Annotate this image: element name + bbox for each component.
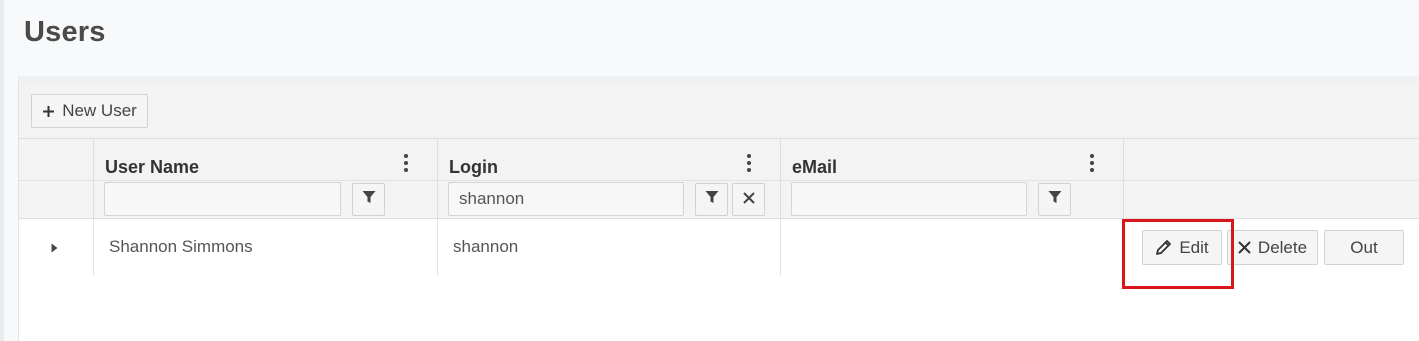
table-row[interactable]: Shannon Simmons shannon Edit Delete Out bbox=[19, 219, 1419, 275]
cell-separator bbox=[780, 219, 781, 275]
email-filter-input[interactable] bbox=[791, 182, 1027, 216]
login-filter-button[interactable] bbox=[695, 183, 728, 216]
grid-toolbar: New User bbox=[19, 82, 1419, 139]
out-label: Out bbox=[1350, 237, 1378, 257]
edit-label: Edit bbox=[1179, 237, 1209, 257]
user-name-cell: Shannon Simmons bbox=[109, 237, 253, 256]
delete-label: Delete bbox=[1257, 237, 1308, 257]
filter-icon bbox=[705, 190, 719, 209]
out-button[interactable]: Out bbox=[1324, 230, 1404, 265]
login-cell: shannon bbox=[453, 237, 519, 256]
users-grid-panel: New User User Name Login shannon eMail S… bbox=[18, 76, 1419, 341]
close-icon bbox=[1238, 241, 1251, 254]
column-menu-icon[interactable] bbox=[1085, 152, 1099, 174]
cell-separator bbox=[93, 219, 94, 275]
left-edge bbox=[0, 0, 4, 341]
new-user-label: New User bbox=[62, 101, 137, 120]
user-name-filter-input[interactable] bbox=[104, 182, 341, 216]
column-header-login[interactable]: Login bbox=[449, 157, 498, 178]
page-title: Users bbox=[24, 16, 106, 48]
delete-button[interactable]: Delete bbox=[1227, 230, 1318, 265]
login-filter-input[interactable] bbox=[448, 182, 684, 216]
column-separator bbox=[780, 139, 781, 219]
user-name-filter-button[interactable] bbox=[352, 183, 385, 216]
plus-icon bbox=[42, 105, 55, 118]
column-header-email[interactable]: eMail bbox=[792, 157, 837, 178]
filter-icon bbox=[1048, 190, 1062, 209]
expand-row-icon[interactable] bbox=[49, 243, 59, 253]
column-menu-icon[interactable] bbox=[742, 152, 756, 174]
close-icon bbox=[742, 191, 755, 209]
column-separator bbox=[437, 139, 438, 219]
new-user-button[interactable]: New User bbox=[31, 94, 148, 128]
filter-icon bbox=[362, 190, 376, 209]
column-separator bbox=[93, 139, 94, 219]
email-filter-button[interactable] bbox=[1038, 183, 1071, 216]
login-filter-clear-button[interactable] bbox=[732, 183, 765, 216]
column-separator bbox=[1123, 139, 1124, 219]
edit-button[interactable]: Edit bbox=[1142, 230, 1222, 265]
grid-header: User Name Login eMail bbox=[19, 139, 1419, 219]
filter-row-separator bbox=[19, 180, 1419, 181]
pencil-icon bbox=[1155, 239, 1172, 256]
cell-separator bbox=[437, 219, 438, 275]
column-menu-icon[interactable] bbox=[399, 152, 413, 174]
column-header-user-name[interactable]: User Name bbox=[105, 157, 199, 178]
